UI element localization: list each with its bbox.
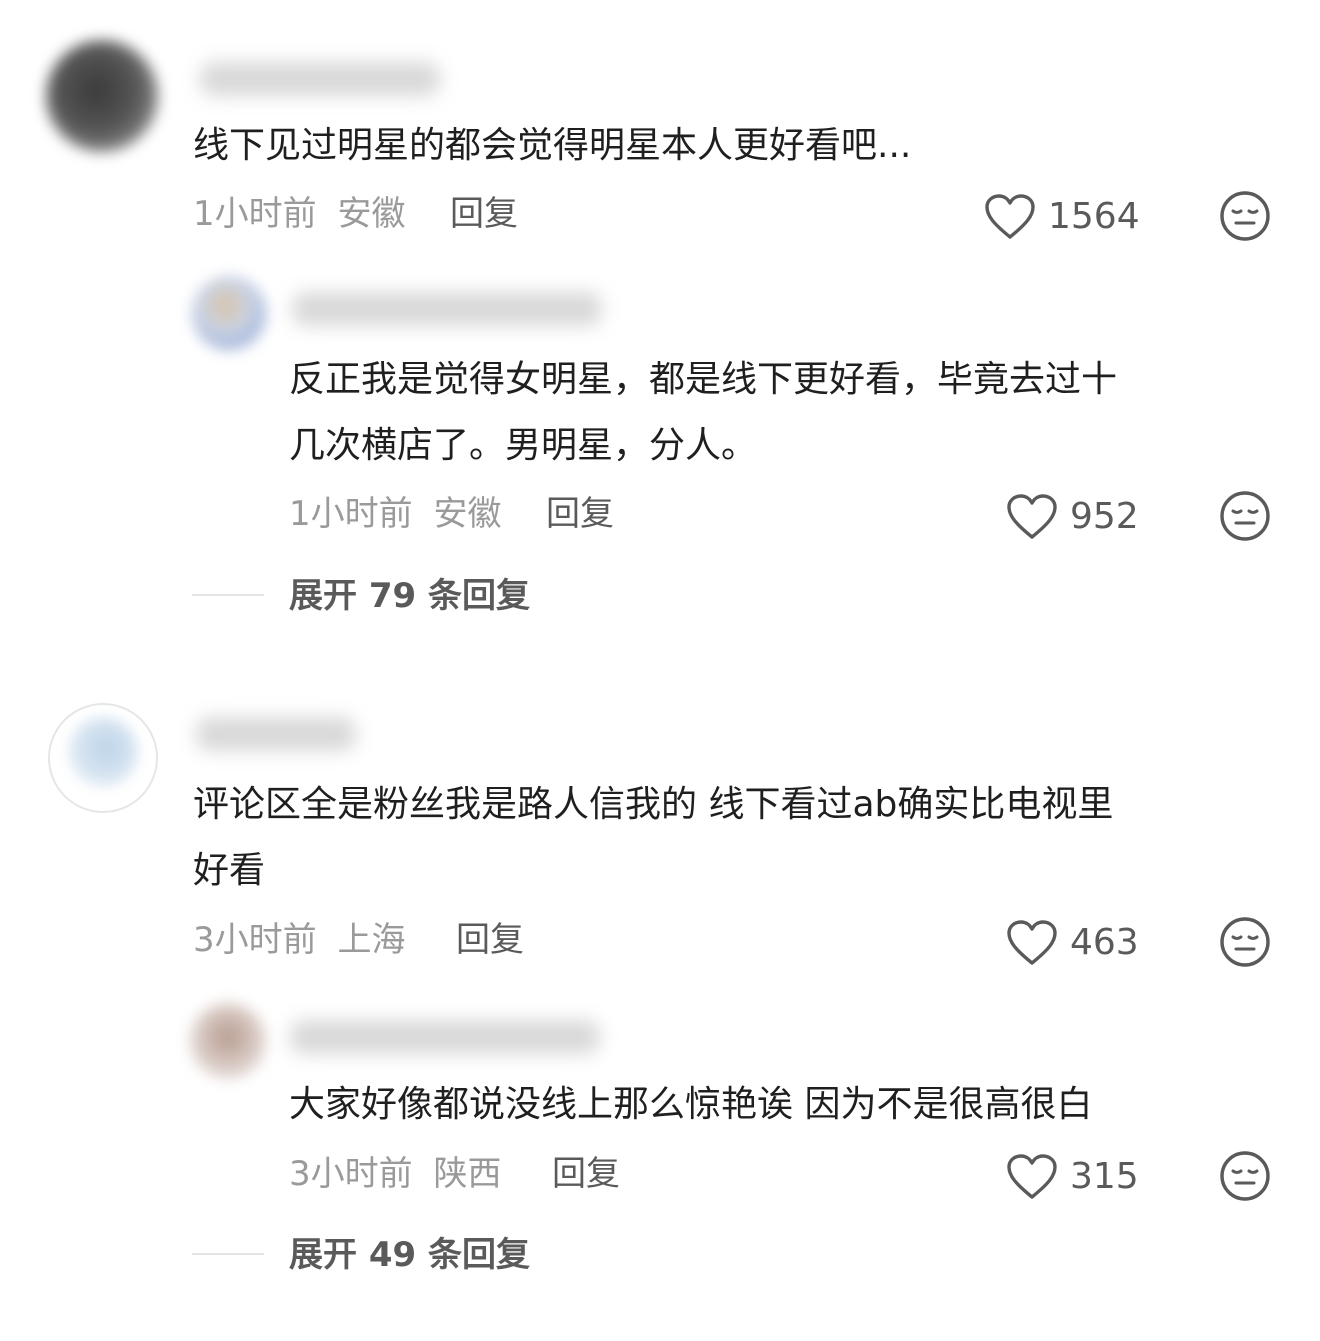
- like-button[interactable]: 463: [1006, 918, 1139, 968]
- reply-button[interactable]: 回复: [450, 194, 518, 234]
- comment-time-location: 1小时前 安徽: [193, 194, 405, 234]
- avatar[interactable]: [190, 1003, 266, 1079]
- comment-text: 线下见过明星的都会觉得明星本人更好看吧...: [193, 125, 912, 166]
- reply-time-location: 3小时前 陕西: [289, 1154, 501, 1194]
- reply-button[interactable]: 回复: [456, 920, 524, 960]
- reply-text: 大家好像都说没线上那么惊艳诶 因为不是很高很白: [289, 1084, 1093, 1125]
- reply-time: 3小时前: [289, 1154, 413, 1194]
- avatar[interactable]: [48, 703, 158, 813]
- like-count: 952: [1070, 496, 1139, 537]
- neutral-face-icon[interactable]: [1219, 190, 1271, 242]
- neutral-face-icon[interactable]: [1219, 490, 1271, 542]
- like-button[interactable]: 315: [1006, 1152, 1139, 1202]
- comment-location: 安徽: [337, 194, 406, 234]
- username-blurred[interactable]: [292, 292, 602, 326]
- comment-time: 1小时前: [193, 194, 317, 234]
- reply-button[interactable]: 回复: [552, 1154, 620, 1194]
- reply-location: 陕西: [433, 1154, 502, 1194]
- username-blurred[interactable]: [290, 1020, 600, 1054]
- avatar[interactable]: [46, 40, 158, 152]
- neutral-face-icon[interactable]: [1219, 916, 1271, 968]
- like-count: 1564: [1048, 196, 1140, 237]
- username-blurred[interactable]: [200, 62, 440, 96]
- heart-outline-icon: [1007, 920, 1057, 965]
- reply-location: 安徽: [433, 494, 502, 534]
- reply-button[interactable]: 回复: [546, 494, 614, 534]
- heart-outline-icon: [985, 194, 1035, 239]
- comment-location: 上海: [337, 920, 406, 960]
- expand-divider: [192, 594, 264, 596]
- comment-time-location: 3小时前 上海: [193, 920, 405, 960]
- comment-time: 3小时前: [193, 920, 317, 960]
- like-count: 463: [1070, 922, 1139, 963]
- reply-time-location: 1小时前 安徽: [289, 494, 501, 534]
- reply-text: 反正我是觉得女明星，都是线下更好看，毕竟去过十 几次横店了。男明星，分人。: [289, 359, 1118, 466]
- comment-text: 评论区全是粉丝我是路人信我的 线下看过ab确实比电视里 好看: [193, 784, 1114, 891]
- expand-replies-button[interactable]: 展开 79 条回复: [289, 576, 530, 616]
- avatar[interactable]: [192, 276, 266, 350]
- heart-outline-icon: [1007, 494, 1057, 539]
- like-button[interactable]: 952: [1006, 492, 1139, 542]
- heart-outline-icon: [1007, 1154, 1057, 1199]
- reply-time: 1小时前: [289, 494, 413, 534]
- expand-divider: [192, 1253, 264, 1255]
- expand-replies-button[interactable]: 展开 49 条回复: [289, 1235, 530, 1275]
- username-blurred[interactable]: [196, 717, 356, 751]
- neutral-face-icon[interactable]: [1219, 1150, 1271, 1202]
- like-count: 315: [1070, 1156, 1139, 1197]
- like-button[interactable]: 1564: [984, 192, 1140, 242]
